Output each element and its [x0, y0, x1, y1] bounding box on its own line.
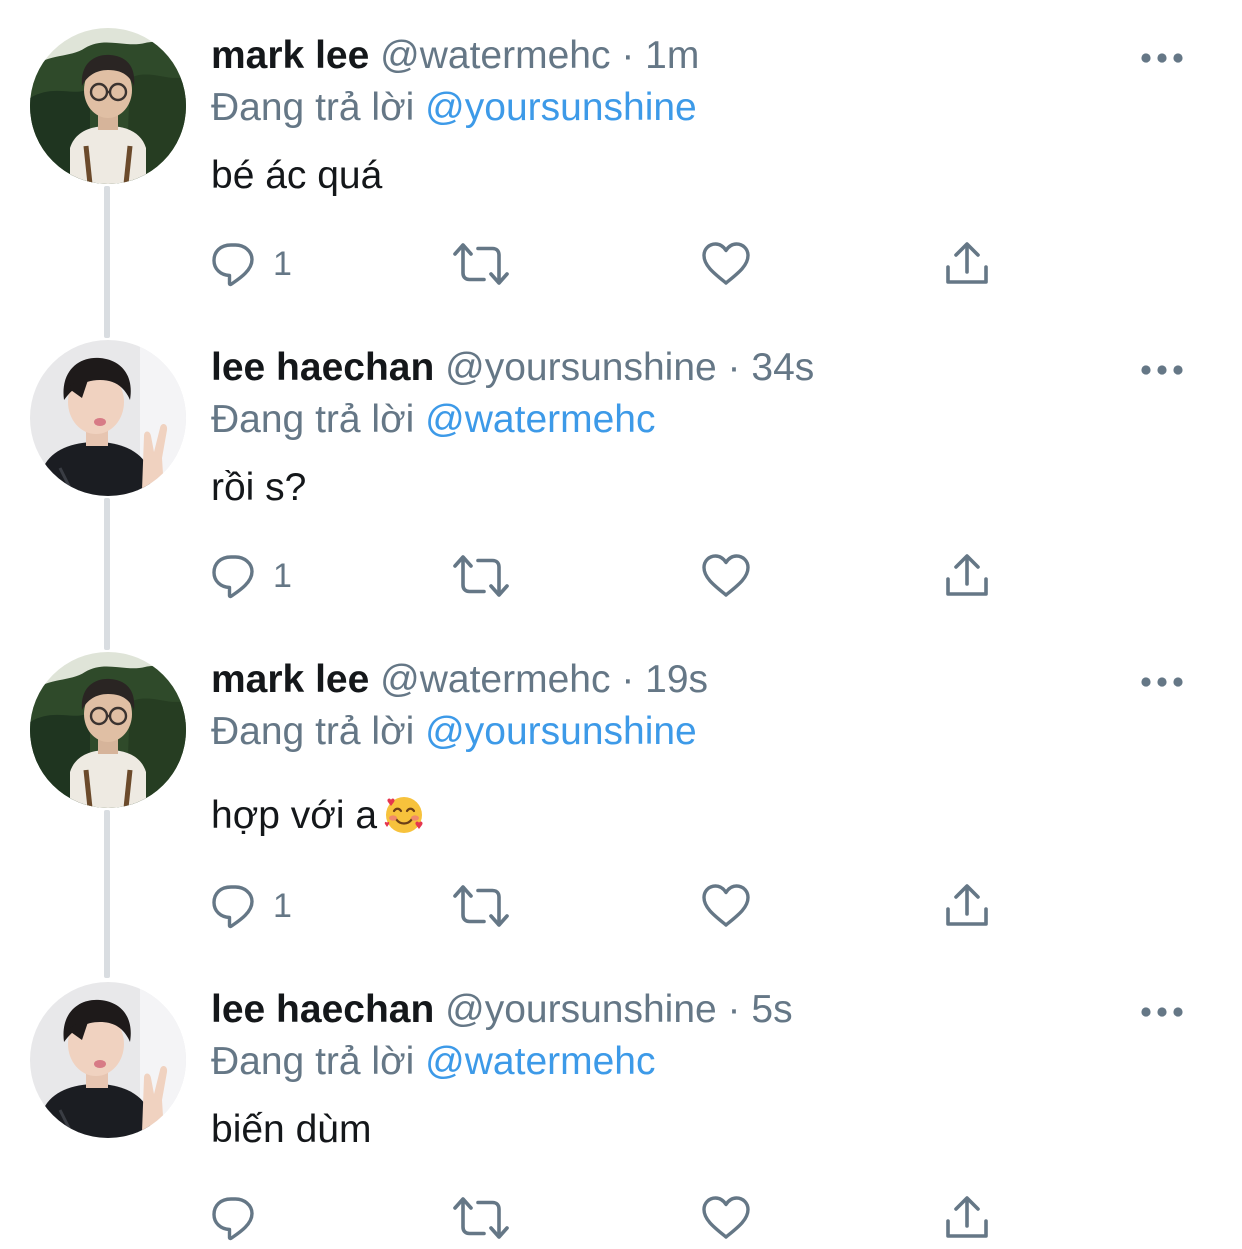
more-icon [1140, 360, 1184, 380]
author-handle[interactable]: @watermehc [380, 34, 610, 77]
tweet-time[interactable]: 1m [645, 34, 699, 77]
smiling-face-with-hearts-icon [383, 794, 425, 848]
like-icon [701, 1194, 751, 1242]
mention-link[interactable]: @watermehc [425, 398, 655, 441]
share-button[interactable] [943, 548, 991, 604]
tweet-header: mark lee @watermehc · 19s [211, 656, 708, 704]
mention-link[interactable]: @yoursunshine [425, 710, 697, 753]
more-button[interactable] [1140, 360, 1184, 380]
reply-count: 1 [273, 245, 292, 283]
retweet-button[interactable] [451, 548, 511, 604]
avatar[interactable] [30, 652, 186, 808]
reply-icon [211, 552, 259, 600]
replying-prefix: Đang trả lời [211, 86, 415, 129]
avatar-mark-image [30, 28, 186, 184]
tweet-text: hợp với a [211, 794, 378, 837]
author-name[interactable]: mark lee [211, 658, 369, 701]
like-button[interactable] [701, 548, 751, 604]
reply-thread: mark lee @watermehc · 1m Đang trả lời @y… [0, 0, 1242, 1249]
retweet-icon [451, 882, 511, 930]
thread-connector-line [104, 186, 110, 338]
reply-count: 1 [273, 557, 292, 595]
more-button[interactable] [1140, 672, 1184, 692]
share-icon [943, 1194, 991, 1242]
mention-link[interactable]: @yoursunshine [425, 86, 697, 129]
reply-icon [211, 882, 259, 930]
tweet-header: lee haechan @yoursunshine · 34s [211, 344, 814, 392]
avatar-haechan-image [30, 340, 186, 496]
tweet-time[interactable]: 19s [645, 658, 708, 701]
header-separator: · [727, 988, 741, 1031]
retweet-button[interactable] [451, 1190, 511, 1246]
avatar-haechan-image [30, 982, 186, 1138]
reply-button[interactable] [211, 1190, 259, 1246]
share-icon [943, 552, 991, 600]
tweet-text: bé ác quá [211, 154, 383, 197]
author-name[interactable]: mark lee [211, 34, 369, 77]
thread-connector-line [104, 498, 110, 650]
retweet-button[interactable] [451, 236, 511, 292]
like-icon [701, 552, 751, 600]
replying-to: Đang trả lời @yoursunshine [211, 708, 697, 756]
author-handle[interactable]: @yoursunshine [445, 346, 717, 389]
retweet-icon [451, 240, 511, 288]
more-icon [1140, 672, 1184, 692]
share-button[interactable] [943, 1190, 991, 1246]
retweet-icon [451, 1194, 511, 1242]
mention-link[interactable]: @watermehc [425, 1040, 655, 1083]
replying-to: Đang trả lời @yoursunshine [211, 84, 697, 132]
tweet-actions: 1 [211, 236, 1031, 292]
more-icon [1140, 1002, 1184, 1022]
author-handle[interactable]: @yoursunshine [445, 988, 717, 1031]
tweet-header: mark lee @watermehc · 1m [211, 32, 699, 80]
share-button[interactable] [943, 878, 991, 934]
share-button[interactable] [943, 236, 991, 292]
tweet-actions: 1 [211, 548, 1031, 604]
author-name[interactable]: lee haechan [211, 988, 434, 1031]
like-icon [701, 240, 751, 288]
header-separator: · [621, 658, 635, 701]
tweet-text-row: hợp với a [211, 792, 425, 848]
reply-icon [211, 240, 259, 288]
reply-button[interactable]: 1 [211, 548, 292, 604]
tweet-text: rồi s? [211, 466, 307, 509]
share-icon [943, 882, 991, 930]
reply-icon [211, 1194, 259, 1242]
header-separator: · [727, 346, 741, 389]
replying-prefix: Đang trả lời [211, 398, 415, 441]
like-button[interactable] [701, 878, 751, 934]
share-icon [943, 240, 991, 288]
replying-prefix: Đang trả lời [211, 710, 415, 753]
replying-to: Đang trả lời @watermehc [211, 396, 656, 444]
reply-button[interactable]: 1 [211, 878, 292, 934]
tweet-actions [211, 1190, 1031, 1246]
like-icon [701, 882, 751, 930]
reply-button[interactable]: 1 [211, 236, 292, 292]
like-button[interactable] [701, 1190, 751, 1246]
tweet-time[interactable]: 34s [751, 346, 814, 389]
thread-connector-line [104, 810, 110, 978]
tweet-header: lee haechan @yoursunshine · 5s [211, 986, 793, 1034]
avatar-mark-image [30, 652, 186, 808]
avatar[interactable] [30, 340, 186, 496]
replying-to: Đang trả lời @watermehc [211, 1038, 656, 1086]
like-button[interactable] [701, 236, 751, 292]
more-button[interactable] [1140, 48, 1184, 68]
avatar[interactable] [30, 982, 186, 1138]
replying-prefix: Đang trả lời [211, 1040, 415, 1083]
author-name[interactable]: lee haechan [211, 346, 434, 389]
avatar[interactable] [30, 28, 186, 184]
retweet-icon [451, 552, 511, 600]
more-button[interactable] [1140, 1002, 1184, 1022]
more-icon [1140, 48, 1184, 68]
reply-count: 1 [273, 887, 292, 925]
tweet-actions: 1 [211, 878, 1031, 934]
header-separator: · [621, 34, 635, 77]
tweet-text: biến dùm [211, 1108, 372, 1151]
retweet-button[interactable] [451, 878, 511, 934]
tweet-time[interactable]: 5s [751, 988, 792, 1031]
author-handle[interactable]: @watermehc [380, 658, 610, 701]
